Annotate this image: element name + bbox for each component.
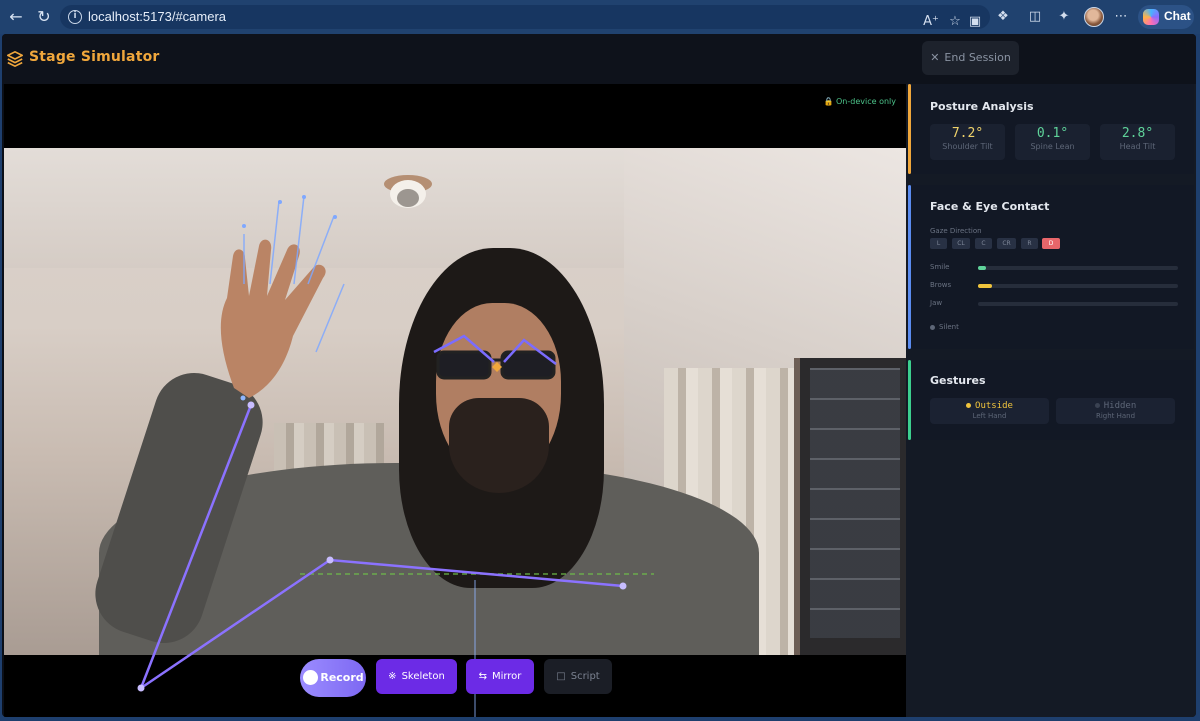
status-dot-icon bbox=[966, 403, 972, 408]
info-icon[interactable]: i bbox=[68, 10, 82, 24]
favorites-icon[interactable]: ✦ bbox=[1055, 8, 1073, 26]
shoulder-tilt-metric: 7.2° Shoulder Tilt bbox=[930, 124, 1005, 160]
browser-toolbar: ← ↻ i localhost:5173/#camera A⁺ ☆ ▣ ❖ ◫ … bbox=[0, 0, 1200, 34]
extensions-icon[interactable]: ❖ bbox=[994, 8, 1012, 26]
status-dot-icon bbox=[1094, 403, 1100, 408]
app-window: Stage Simulator ✕ End Session 🔒 On-device… bbox=[2, 34, 1196, 717]
head-tilt-metric: 2.8° Head Tilt bbox=[1100, 124, 1175, 160]
jaw-label: Jaw bbox=[930, 299, 943, 307]
smile-label: Smile bbox=[930, 263, 950, 271]
gestures-title: Gestures bbox=[930, 374, 986, 387]
right-hand-status: Hidden Right Hand bbox=[1056, 398, 1175, 424]
back-icon[interactable]: ← bbox=[6, 7, 26, 27]
brows-bar bbox=[978, 284, 1178, 288]
record-indicator-icon bbox=[303, 670, 318, 685]
reload-icon[interactable]: ↻ bbox=[34, 7, 54, 27]
more-icon[interactable]: ⋯ bbox=[1112, 8, 1130, 26]
app-title: Stage Simulator bbox=[29, 49, 160, 65]
jaw-bar bbox=[978, 302, 1178, 306]
layers-logo-icon bbox=[6, 50, 24, 68]
url-text: localhost:5173/#camera bbox=[88, 9, 227, 24]
read-aloud-icon[interactable]: A⁺ bbox=[922, 13, 940, 31]
spine-lean-metric: 0.1° Spine Lean bbox=[1015, 124, 1090, 160]
copilot-chat-button[interactable]: Chat bbox=[1138, 5, 1194, 29]
profile-avatar[interactable] bbox=[1084, 7, 1104, 27]
status-dot-icon bbox=[930, 324, 935, 330]
smile-bar bbox=[978, 266, 1178, 270]
speech-status: Silent bbox=[930, 323, 959, 331]
gaze-chip-cr: CR bbox=[997, 238, 1016, 249]
document-icon: □ bbox=[556, 671, 566, 682]
gaze-chip-d-active: D bbox=[1042, 238, 1060, 249]
analysis-sidebar: Posture Analysis 7.2° Shoulder Tilt 0.1°… bbox=[906, 84, 1196, 717]
video-icon[interactable]: ▣ bbox=[966, 13, 984, 31]
close-icon: ✕ bbox=[930, 51, 940, 64]
brows-label: Brows bbox=[930, 281, 952, 289]
face-title: Face & Eye Contact bbox=[930, 200, 1050, 213]
record-button[interactable]: Record bbox=[300, 659, 366, 697]
posture-title: Posture Analysis bbox=[930, 100, 1034, 113]
gestures-card: Gestures Outside Left Hand Hidden Right … bbox=[908, 360, 1194, 440]
face-eye-contact-card: Face & Eye Contact Gaze Direction L CL C… bbox=[908, 185, 1194, 349]
skeleton-toggle-button[interactable]: ※ Skeleton bbox=[376, 659, 457, 694]
posture-analysis-card: Posture Analysis 7.2° Shoulder Tilt 0.1°… bbox=[908, 84, 1194, 174]
pose-skeleton-overlay bbox=[137, 195, 654, 717]
address-bar[interactable]: i localhost:5173/#camera A⁺ ☆ ▣ bbox=[60, 5, 990, 29]
favorite-icon[interactable]: ☆ bbox=[946, 13, 964, 31]
flip-horizontal-icon: ⇆ bbox=[478, 671, 487, 682]
gaze-chip-c: C bbox=[975, 238, 992, 249]
gaze-chip-l: L bbox=[930, 238, 947, 249]
copilot-icon bbox=[1143, 9, 1159, 25]
end-session-button[interactable]: ✕ End Session bbox=[922, 41, 1019, 75]
script-button[interactable]: □ Script bbox=[544, 659, 612, 694]
person-icon: ※ bbox=[388, 671, 397, 682]
app-header: Stage Simulator ✕ End Session bbox=[2, 34, 1196, 84]
gaze-chip-cl: CL bbox=[952, 238, 970, 249]
gaze-direction-label: Gaze Direction bbox=[930, 227, 982, 235]
gaze-chip-r: R bbox=[1021, 238, 1038, 249]
camera-view: 🔒 On-device only Record ※ Skeleton ⇆ Mir… bbox=[4, 84, 906, 717]
mirror-toggle-button[interactable]: ⇆ Mirror bbox=[466, 659, 534, 694]
split-screen-icon[interactable]: ◫ bbox=[1026, 8, 1044, 26]
left-hand-status: Outside Left Hand bbox=[930, 398, 1049, 424]
